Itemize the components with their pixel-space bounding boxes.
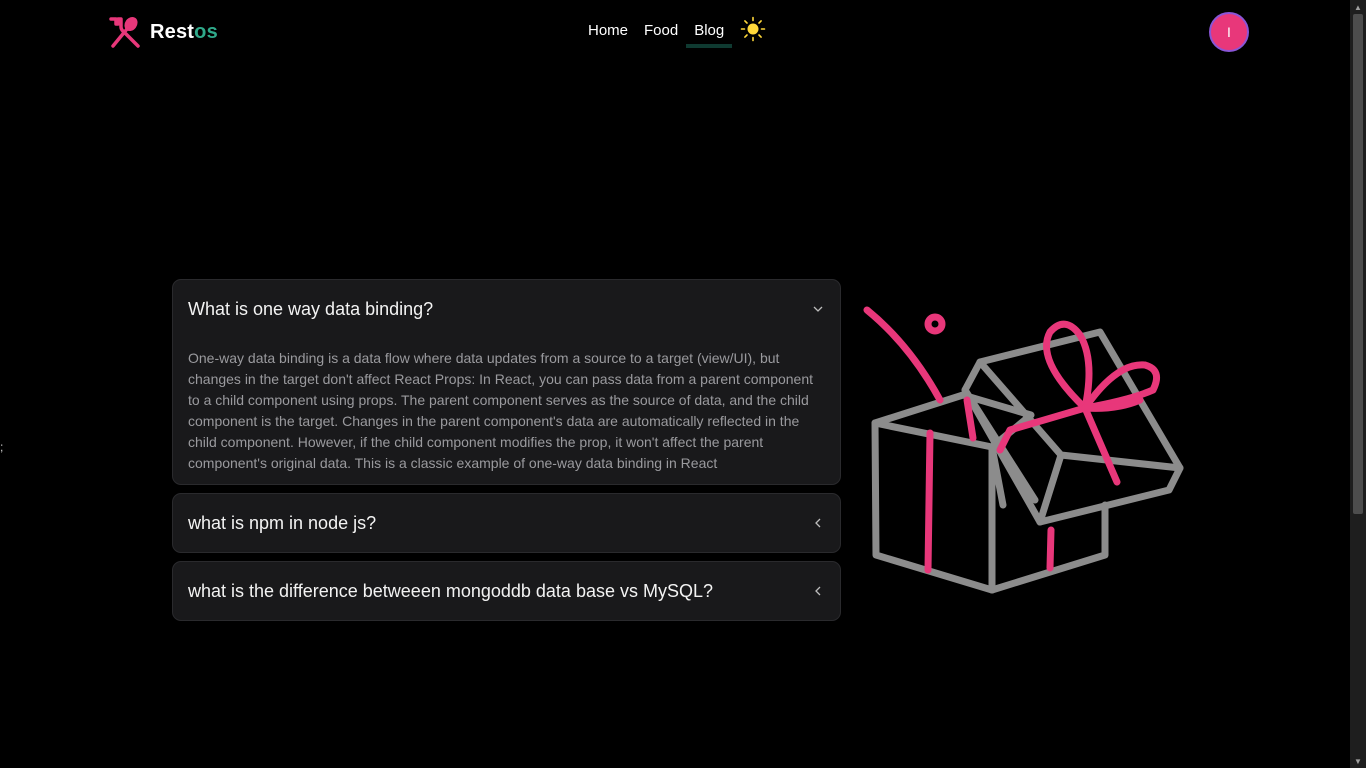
faq-question-button[interactable]: what is npm in node js? [173, 494, 840, 552]
faq-question: what is the difference betweeen mongoddb… [188, 580, 713, 601]
faq-item: what is npm in node js? [172, 493, 841, 553]
navbar: Restos Home Food Blog I [0, 0, 1350, 64]
chevron-left-icon [815, 518, 821, 528]
vertical-scrollbar[interactable]: ▲ ▼ [1350, 0, 1366, 768]
avatar-initial: I [1212, 15, 1246, 49]
nav-link-blog[interactable]: Blog [686, 14, 733, 48]
chevron-left-icon [815, 586, 821, 596]
stray-text: ; [0, 440, 4, 454]
faq-item: What is one way data binding? One-way da… [172, 279, 841, 485]
faq-question: What is one way data binding? [188, 298, 434, 319]
user-avatar[interactable]: I [1209, 12, 1249, 52]
faq-accordion: What is one way data binding? One-way da… [172, 279, 841, 629]
nav-link-food[interactable]: Food [636, 14, 686, 48]
faq-item: what is the difference betweeen mongoddb… [172, 561, 841, 621]
brand-logo[interactable]: Restos [108, 15, 218, 49]
scroll-up-arrow-icon[interactable]: ▲ [1350, 0, 1366, 14]
faq-question-button[interactable]: what is the difference betweeen mongoddb… [173, 562, 840, 620]
sun-icon [740, 16, 766, 42]
nav-links: Home Food Blog [580, 14, 766, 48]
chevron-down-icon [813, 306, 823, 312]
faq-answer: One-way data binding is a data flow wher… [188, 350, 814, 471]
brand-name-accent: os [194, 20, 218, 43]
scroll-down-arrow-icon[interactable]: ▼ [1350, 754, 1366, 768]
brand-name: Restos [150, 21, 218, 44]
scrollbar-thumb[interactable] [1353, 14, 1363, 514]
theme-toggle-button[interactable] [740, 16, 766, 42]
brand-name-main: Rest [150, 20, 195, 43]
faq-question: what is npm in node js? [188, 512, 377, 533]
faq-question-button[interactable]: What is one way data binding? [173, 280, 840, 338]
nav-link-home[interactable]: Home [580, 14, 636, 48]
fork-spoon-icon [108, 15, 142, 49]
gift-box-illustration [855, 300, 1190, 600]
page: Restos Home Food Blog I ; What is one wa… [0, 0, 1366, 768]
